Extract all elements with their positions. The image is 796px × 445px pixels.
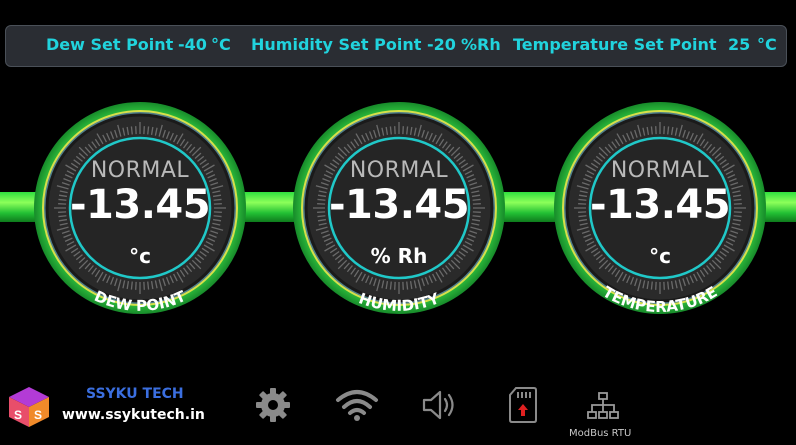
ssyku-logo-icon: S S	[9, 387, 49, 427]
wifi-icon[interactable]	[334, 388, 380, 422]
brand-name: SSYKU TECH	[86, 386, 184, 402]
gauge-value: -13.45	[69, 182, 211, 228]
temperature-setpoint-unit: °C	[757, 35, 777, 54]
network-icon[interactable]	[586, 391, 620, 421]
temperature-gauge[interactable]: TEMPERATURE NORMAL -13.45 °c	[552, 100, 768, 316]
dew-point-gauge[interactable]: DEW POINT NORMAL -13.45 °c	[32, 100, 248, 316]
gauge-value: -13.45	[589, 182, 731, 228]
speaker-icon[interactable]	[421, 388, 457, 422]
gauge-unit: °c	[649, 244, 671, 268]
humidity-setpoint-value[interactable]: -20	[427, 35, 456, 54]
settings-icon[interactable]	[255, 387, 291, 423]
dew-setpoint-unit: °C	[211, 35, 231, 54]
modbus-label: ModBus RTU	[569, 428, 632, 439]
gauge-value: -13.45	[328, 182, 470, 228]
website-link[interactable]: www.ssykutech.in	[62, 407, 205, 423]
humidity-setpoint-unit: %Rh	[461, 35, 501, 54]
setpoint-bar: Dew Set Point -40 °C Humidity Set Point …	[5, 25, 787, 67]
gauge-unit: % Rh	[370, 244, 428, 268]
sd-card-icon[interactable]	[508, 386, 538, 424]
temperature-setpoint-value[interactable]: 25	[728, 35, 750, 54]
humidity-setpoint-label: Humidity Set Point	[251, 35, 422, 54]
temperature-setpoint-label: Temperature Set Point	[513, 35, 717, 54]
svg-text:S: S	[34, 408, 42, 422]
gauge-status: NORMAL	[610, 158, 710, 183]
dew-setpoint-value[interactable]: -40	[178, 35, 207, 54]
dew-setpoint-label: Dew Set Point	[46, 35, 174, 54]
humidity-gauge[interactable]: HUMIDITY NORMAL -13.45 % Rh	[291, 100, 507, 316]
gauge-status: NORMAL	[90, 158, 190, 183]
gauge-unit: °c	[129, 244, 151, 268]
gauge-status: NORMAL	[349, 158, 449, 183]
svg-text:S: S	[14, 408, 22, 422]
